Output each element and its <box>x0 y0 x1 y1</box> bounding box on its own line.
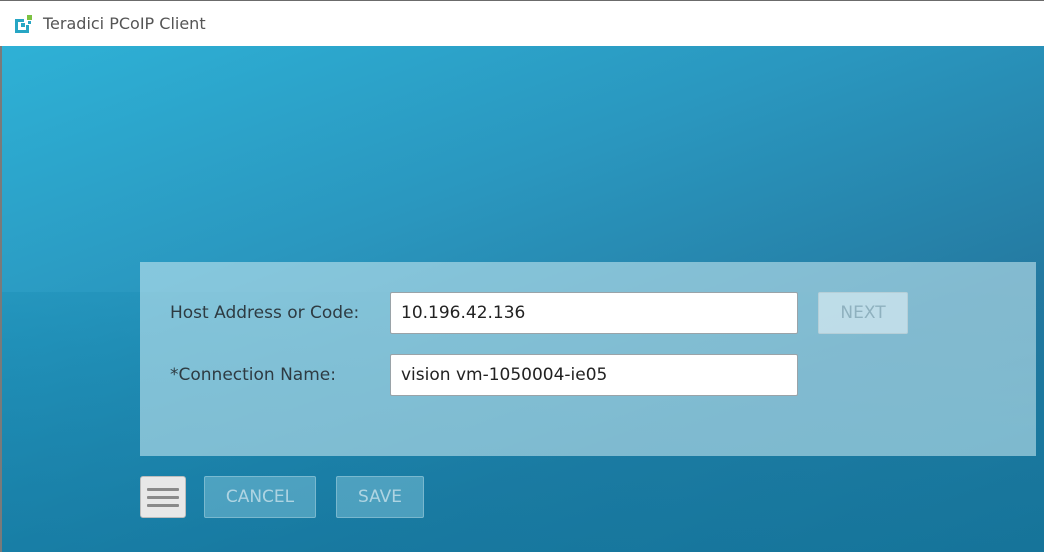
save-button[interactable]: SAVE <box>336 476 424 518</box>
hamburger-menu-icon-line <box>147 503 179 507</box>
connection-name-label: *Connection Name: <box>170 365 336 385</box>
connection-name-input[interactable] <box>390 354 798 396</box>
host-address-label: Host Address or Code: <box>170 303 360 323</box>
hamburger-menu-icon <box>147 487 179 491</box>
cancel-button[interactable]: CANCEL <box>204 476 316 518</box>
window-title-bar[interactable]: Teradici PCoIP Client <box>0 0 1044 46</box>
connection-form-panel: Host Address or Code: NEXT *Connection N… <box>140 262 1036 456</box>
window-title: Teradici PCoIP Client <box>43 14 206 33</box>
hamburger-menu-icon-line <box>147 495 179 499</box>
teradici-logo-icon <box>13 13 35 35</box>
menu-button[interactable] <box>140 476 186 518</box>
host-address-input[interactable] <box>390 292 798 334</box>
next-button[interactable]: NEXT <box>818 292 908 334</box>
main-content-area: Host Address or Code: NEXT *Connection N… <box>2 46 1044 552</box>
